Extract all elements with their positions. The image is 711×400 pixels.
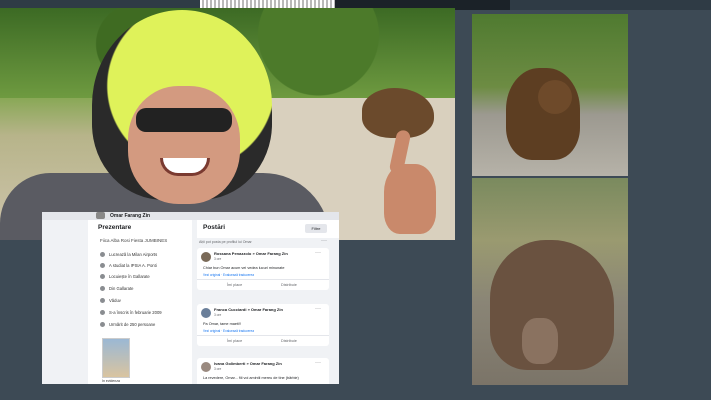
bear-photo-trailcam [472,178,628,385]
location-icon [100,286,105,292]
post-menu-icon[interactable]: ··· [315,306,321,312]
post-menu-icon[interactable]: ··· [315,250,321,256]
more-options-icon[interactable]: ··· [321,238,327,244]
posts-panel: Postări Filtre Alții pot posta pe profil… [197,220,339,384]
filter-button[interactable]: Filtre [305,224,327,233]
bear-photo-road [472,14,628,176]
post-card: Rossana Penazzolo » Omar Farang Zin 3 or… [197,248,329,290]
intro-title: Prezentare [98,224,132,231]
post-card: Franca Cucciardi » Omar Farang Zin 3 ore… [197,304,329,346]
avatar[interactable] [201,362,211,372]
intro-row-relationship: Văduv [100,298,121,304]
featured-thumbnail[interactable] [102,338,130,378]
intro-row-location: Din Gallarate [100,286,134,292]
profile-header: Omar Farang Zin [42,212,339,220]
intro-row-text: A studiat la IPSIA A. Ponti [109,263,157,268]
school-icon [100,263,105,269]
strip-pattern [200,0,335,8]
profile-name[interactable]: Omar Farang Zin [110,213,150,219]
see-original-link[interactable]: Vezi original · Evaluează traducerea [203,329,254,333]
intro-bio: Fiica Alba Rosi Fiesta JUMBINES [100,238,168,243]
intro-row-text: Din Gallarate [109,286,134,291]
hand-shape [384,164,436,234]
intro-row-joined: S-a înscris în februarie 2009 [100,310,162,316]
heart-icon [100,298,105,304]
facebook-screenshot: Omar Farang Zin Prezentare Fiica Alba Ro… [42,212,339,384]
intro-row-home: Locuiește în Gallarate [100,274,150,280]
avatar[interactable] [201,308,211,318]
intro-row-text: Locuiește în Gallarate [109,274,150,279]
intro-row-school: A studiat la IPSIA A. Ponti [100,263,157,269]
featured-label: In evidenza [102,379,120,383]
intro-row-work: Lucrează la Milan Airports [100,252,158,258]
calendar-icon [100,310,105,316]
selfie-photo [0,8,455,240]
posts-title: Postări [203,224,226,231]
bear-head [538,80,572,114]
post-time[interactable]: 3 ore [214,313,221,317]
posting-note: Alții pot posta pe profilul lui Omar [199,240,252,244]
post-actions: Îmi place Distribuie [197,335,329,345]
intro-row-text: Văduv [109,298,121,303]
intro-row-text: S-a înscris în februarie 2009 [109,310,162,315]
post-author[interactable]: Rossana Penazzolo » Omar Farang Zin [214,251,288,256]
face-shape [128,86,240,204]
avatar[interactable] [201,252,211,262]
intro-row-followers[interactable]: Urmărit de 250 persoane [100,322,156,328]
post-text: Pa Omar, tame maeti!! [203,322,241,326]
post-card: Ivana Golimberti » Omar Farang Zin 3 ore… [197,358,329,384]
post-time[interactable]: 3 ore [214,367,221,371]
post-author[interactable]: Franca Cucciardi » Omar Farang Zin [214,307,283,312]
post-time[interactable]: 3 ore [214,257,221,261]
share-button[interactable]: Distribuie [281,283,297,287]
intro-row-text: Urmărit de 250 persoane [109,322,156,327]
see-original-link[interactable]: Vezi original · Evaluează traducerea [203,273,254,277]
work-icon [100,252,105,258]
share-button[interactable]: Distribuie [281,339,297,343]
home-icon [100,274,105,280]
like-button[interactable]: Îmi place [227,283,242,287]
post-author[interactable]: Ivana Golimberti » Omar Farang Zin [214,361,282,366]
posts-header: Postări Filtre [197,220,339,238]
post-actions: Îmi place Distribuie [197,279,329,289]
intro-panel: Prezentare Fiica Alba Rosi Fiesta JUMBIN… [88,220,192,384]
followers-icon [100,322,105,328]
avatar[interactable] [96,212,105,219]
bear-snout [522,318,558,364]
intro-row-text: Lucrează la Milan Airports [109,252,158,257]
post-text: Chiar bun Omar acum vei vedea lucuri min… [203,266,285,270]
collage-canvas: Omar Farang Zin Prezentare Fiica Alba Ro… [0,0,711,400]
bear-body [506,68,580,160]
like-button[interactable]: Îmi place [227,339,242,343]
post-text: La revedere, Omar... fiii voi amintii me… [203,376,299,380]
sunglasses-shape [136,108,232,132]
post-menu-icon[interactable]: ··· [315,360,321,366]
